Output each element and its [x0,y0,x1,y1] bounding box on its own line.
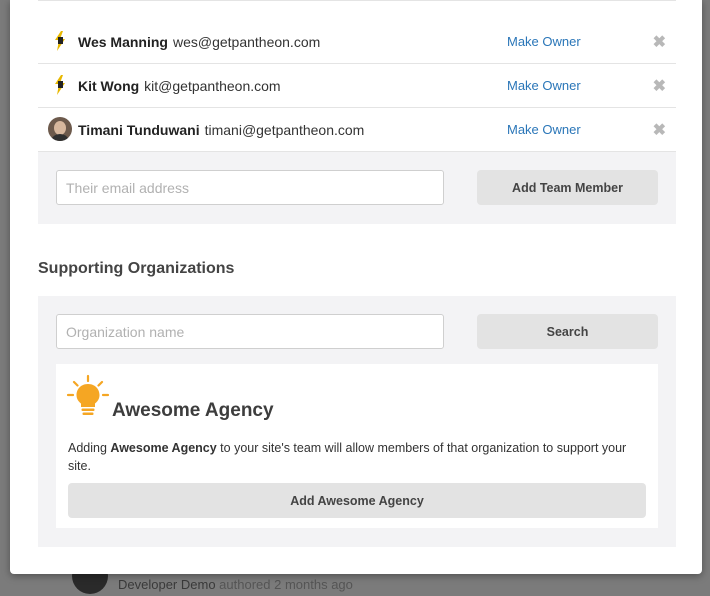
remove-member-icon[interactable]: ✖ [653,32,666,52]
member-email: wes@getpantheon.com [172,33,321,50]
member-name: Kit Wong kit@getpantheon.com [78,77,281,94]
supporting-orgs-panel: Search Awesome Agency Adding Awesome Age… [38,296,676,547]
activity-author: Developer Demo [118,576,216,592]
add-team-member-button[interactable]: Add Team Member [477,170,658,205]
make-owner-link[interactable]: Make Owner [507,78,581,93]
add-team-member-panel: Add Team Member [38,152,676,224]
team-member-row: Kit Wong kit@getpantheon.com Make Owner ✖ [38,64,676,108]
team-member-row: Wes Manning wes@getpantheon.com Make Owne… [38,20,676,64]
organization-result-card: Awesome Agency Adding Awesome Agency to … [56,364,658,528]
add-organization-button[interactable]: Add Awesome Agency [68,483,646,518]
organization-name: Awesome Agency [112,400,274,421]
pantheon-bolt-icon [48,73,72,97]
team-member-list: Wes Manning wes@getpantheon.com Make Owne… [38,0,676,152]
team-modal: Wes Manning wes@getpantheon.com Make Owne… [10,0,702,574]
make-owner-link[interactable]: Make Owner [507,122,581,137]
team-member-row: Timani Tunduwani timani@getpantheon.com M… [38,108,676,152]
user-photo-avatar [48,117,72,141]
member-name: Wes Manning wes@getpantheon.com [78,33,321,50]
lightbulb-icon [66,374,110,415]
member-email: kit@getpantheon.com [144,77,281,94]
pantheon-bolt-icon [48,29,72,53]
organization-name-input[interactable] [56,314,444,349]
make-owner-link[interactable]: Make Owner [507,34,581,49]
activity-text: Developer Demo authored 2 months ago [118,577,353,592]
member-email: timani@getpantheon.com [204,121,365,138]
member-name: Timani Tunduwani timani@getpantheon.com [78,121,365,138]
remove-member-icon[interactable]: ✖ [653,120,666,140]
organization-description: Adding Awesome Agency to your site's tea… [68,441,627,473]
section-title: Supporting Organizations [38,260,235,277]
activity-action: authored 2 months ago [219,576,353,592]
search-button[interactable]: Search [477,314,658,349]
remove-member-icon[interactable]: ✖ [653,76,666,96]
team-email-input[interactable] [56,170,444,205]
